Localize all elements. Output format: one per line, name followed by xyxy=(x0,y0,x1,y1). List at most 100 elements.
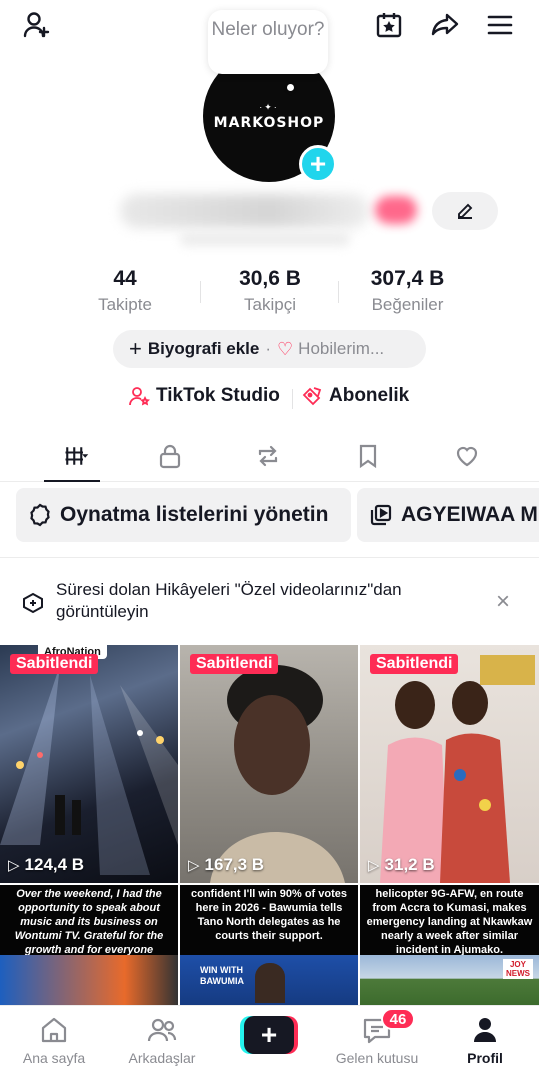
following-stat[interactable]: 44 Takipte xyxy=(60,267,190,315)
bio-pill[interactable]: + Biyografi ekle · ♡ Hobilerim... xyxy=(113,330,426,368)
likes-stat[interactable]: 307,4 B Beğeniler xyxy=(345,267,470,315)
playlist-label: AGYEIWAA M xyxy=(401,503,538,526)
notice-text: Süresi dolan Hikâyeleri "Özel videoların… xyxy=(56,580,402,621)
pinned-badge: Sabitlendi xyxy=(190,654,279,674)
tiktok-studio-link[interactable]: TikTok Studio xyxy=(128,385,280,407)
add-friend-icon[interactable] xyxy=(20,8,54,42)
video-thumbnail[interactable]: Over the weekend, I had the opportunity … xyxy=(0,885,178,1005)
whats-happening-bubble[interactable]: Neler oluyor? xyxy=(208,10,328,74)
video-thumbnail[interactable]: confident I'll win 90% of votes here in … xyxy=(180,885,358,1005)
lock-icon xyxy=(159,444,181,469)
nav-home[interactable]: Ana sayfa xyxy=(4,1014,104,1066)
grid-dropdown-icon xyxy=(65,447,89,465)
subscription-link[interactable]: Abonelik xyxy=(301,385,409,407)
inbox-badge: 46 xyxy=(381,1008,415,1030)
home-icon xyxy=(41,1017,67,1043)
pinned-badge: Sabitlendi xyxy=(370,654,459,674)
heart-icon xyxy=(456,446,478,467)
likes-label: Beğeniler xyxy=(371,295,444,314)
tab-videos[interactable] xyxy=(52,440,100,472)
manage-playlists-label: Oynatma listelerini yönetin xyxy=(60,503,329,526)
share-icon[interactable] xyxy=(428,8,462,42)
bubble-tail xyxy=(287,84,294,91)
plus-icon: + xyxy=(129,336,142,361)
bookmark-icon xyxy=(359,444,377,469)
bottom-navigation: Ana sayfa Arkadaşlar + Gelen kutusu 46 P… xyxy=(0,1005,539,1080)
video-thumbnail[interactable]: Sabitlendi ▷ 167,3 B xyxy=(180,645,358,883)
nav-profile-label: Profil xyxy=(467,1050,503,1066)
add-story-button[interactable]: + xyxy=(299,145,337,183)
playlist-icon xyxy=(370,504,392,526)
playlist-chips: Oynatma listelerini yönetin AGYEIWAA M xyxy=(0,488,539,544)
view-count-text: 31,2 B xyxy=(384,855,435,874)
following-count: 44 xyxy=(113,267,137,290)
video-caption: helicopter 9G-AFW, en route from Accra t… xyxy=(360,885,539,956)
avatar-brand-text: MARKOSHOP xyxy=(213,114,325,131)
sparkle-icon: ·✦· xyxy=(259,101,279,112)
view-count-text: 124,4 B xyxy=(24,855,85,874)
video-caption: confident I'll win 90% of votes here in … xyxy=(180,885,358,955)
video-image: JOY NEWS xyxy=(360,955,539,1005)
video-thumbnail[interactable]: AfroNation Sabitlendi ▷ 124,4 B xyxy=(0,645,178,883)
view-count-text: 167,3 B xyxy=(204,855,265,874)
nav-inbox-label: Gelen kutusu xyxy=(335,1050,419,1066)
add-bio-label[interactable]: Biyografi ekle xyxy=(148,339,260,359)
tab-reposts[interactable] xyxy=(248,440,288,472)
couple-image xyxy=(380,655,535,883)
likes-count: 307,4 B xyxy=(370,267,445,290)
play-icon: ▷ xyxy=(8,857,20,874)
separator-dot: · xyxy=(265,339,272,358)
story-add-icon xyxy=(23,592,43,614)
hobbies-label[interactable]: Hobilerim... xyxy=(298,339,384,359)
nav-friends-label: Arkadaşlar xyxy=(128,1050,196,1066)
pencil-icon xyxy=(458,203,473,219)
person-star-icon xyxy=(129,387,150,406)
concert-lights xyxy=(0,665,178,875)
heart-outline-icon: ♡ xyxy=(277,338,294,359)
video-tag: WIN WITH BAWUMIA xyxy=(200,965,244,986)
username-blurred xyxy=(120,194,370,228)
divider xyxy=(338,281,339,303)
edit-profile-button[interactable] xyxy=(432,192,498,230)
divider xyxy=(292,389,293,409)
divider xyxy=(200,281,201,303)
following-label: Takipte xyxy=(98,295,152,314)
manage-playlists-chip[interactable]: Oynatma listelerini yönetin xyxy=(16,488,351,542)
tab-private[interactable] xyxy=(150,440,190,472)
profile-stats: 44 Takipte 30,6 B Takipçi 307,4 B Beğeni… xyxy=(60,267,480,317)
friends-icon xyxy=(147,1018,177,1042)
followers-count: 30,6 B xyxy=(239,267,301,290)
news-logo: JOY NEWS xyxy=(503,959,533,979)
nav-friends[interactable]: Arkadaşlar xyxy=(112,1014,212,1066)
profile-tabs xyxy=(0,430,539,482)
close-icon[interactable]: × xyxy=(496,588,510,616)
expired-stories-notice[interactable]: Süresi dolan Hikâyeleri "Özel videoların… xyxy=(0,557,539,643)
subscription-label: Abonelik xyxy=(329,385,410,406)
view-count: ▷ 31,2 B xyxy=(368,855,435,875)
video-thumbnail[interactable]: Sabitlendi ▷ 31,2 B xyxy=(360,645,539,883)
badge-blurred xyxy=(375,196,417,224)
calendar-star-icon[interactable] xyxy=(372,8,406,42)
followers-label: Takipçi xyxy=(244,295,296,314)
portrait-image xyxy=(210,665,345,883)
subscription-icon xyxy=(302,387,322,406)
gear-icon xyxy=(30,503,50,527)
create-button[interactable]: + xyxy=(240,1016,298,1054)
video-grid: AfroNation Sabitlendi ▷ 124,4 B Sabitlend… xyxy=(0,645,539,1005)
tab-saved[interactable] xyxy=(348,440,388,472)
play-icon: ▷ xyxy=(368,857,380,874)
nav-home-label: Ana sayfa xyxy=(22,1050,86,1066)
video-caption: Over the weekend, I had the opportunity … xyxy=(0,885,178,970)
repost-icon xyxy=(258,445,278,467)
video-thumbnail[interactable]: helicopter 9G-AFW, en route from Accra t… xyxy=(360,885,539,1005)
create-plus-icon: + xyxy=(244,1016,294,1054)
person-silhouette xyxy=(255,963,285,1003)
active-tab-indicator xyxy=(44,480,100,482)
tiktok-studio-label: TikTok Studio xyxy=(156,385,280,406)
profile-icon xyxy=(474,1018,496,1042)
tab-liked[interactable] xyxy=(447,440,487,472)
menu-icon[interactable] xyxy=(483,8,517,42)
playlist-chip[interactable]: AGYEIWAA M xyxy=(357,488,539,542)
followers-stat[interactable]: 30,6 B Takipçi xyxy=(205,267,335,315)
nav-profile[interactable]: Profil xyxy=(435,1014,535,1066)
